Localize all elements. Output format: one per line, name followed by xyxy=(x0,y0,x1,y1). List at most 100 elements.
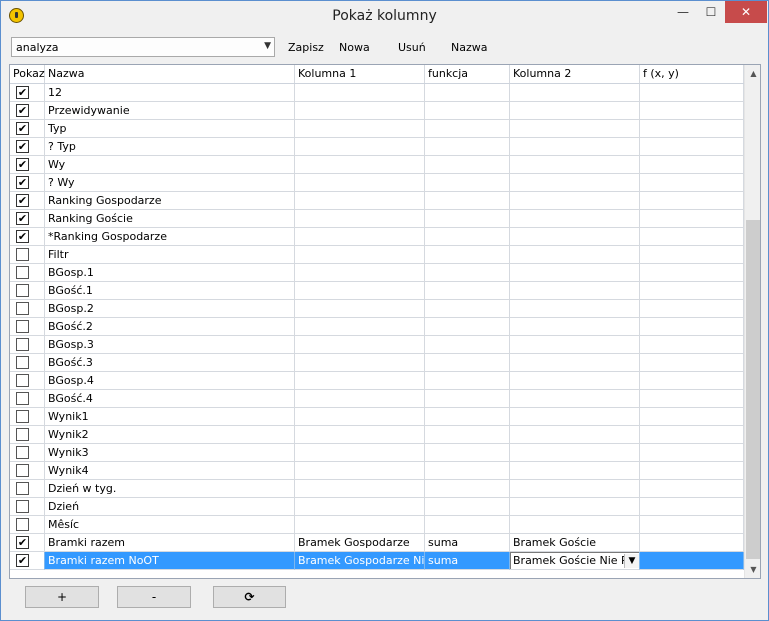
kolumna2-cell[interactable] xyxy=(510,228,640,246)
checkbox-checked[interactable]: ✔ xyxy=(16,536,29,549)
name-cell[interactable]: Typ xyxy=(45,120,295,138)
kolumna2-cell[interactable] xyxy=(510,282,640,300)
funkcja-cell[interactable] xyxy=(425,246,510,264)
funkcja-cell[interactable] xyxy=(425,480,510,498)
fxy-cell[interactable] xyxy=(640,102,744,120)
fxy-cell[interactable] xyxy=(640,192,744,210)
kolumna1-cell[interactable] xyxy=(295,318,425,336)
table-row[interactable]: Wynik4 xyxy=(10,462,744,480)
checkbox-checked[interactable]: ✔ xyxy=(16,212,29,225)
checkbox-unchecked[interactable] xyxy=(16,446,29,459)
kolumna1-cell[interactable] xyxy=(295,462,425,480)
kolumna2-cell[interactable] xyxy=(510,102,640,120)
name-cell[interactable]: BGość.2 xyxy=(45,318,295,336)
fxy-cell[interactable] xyxy=(640,390,744,408)
table-row[interactable]: ✔ Typ xyxy=(10,120,744,138)
funkcja-cell[interactable] xyxy=(425,228,510,246)
add-row-button[interactable]: + xyxy=(25,586,99,608)
table-row[interactable]: BGosp.1 xyxy=(10,264,744,282)
kolumna2-cell[interactable]: Bramek Goście xyxy=(510,534,640,552)
scrollbar-thumb[interactable] xyxy=(746,220,760,559)
kolumna1-cell[interactable] xyxy=(295,282,425,300)
kolumna1-cell[interactable] xyxy=(295,120,425,138)
funkcja-cell[interactable] xyxy=(425,462,510,480)
fxy-cell[interactable] xyxy=(640,264,744,282)
kolumna1-cell[interactable] xyxy=(295,336,425,354)
fxy-cell[interactable] xyxy=(640,354,744,372)
kolumna2-cell[interactable] xyxy=(510,192,640,210)
funkcja-cell[interactable] xyxy=(425,390,510,408)
kolumna2-cell[interactable] xyxy=(510,498,640,516)
name-cell[interactable]: BGosp.2 xyxy=(45,300,295,318)
vertical-scrollbar[interactable]: ▲ ▼ xyxy=(744,65,760,578)
fxy-cell[interactable] xyxy=(640,174,744,192)
fxy-cell[interactable] xyxy=(640,84,744,102)
name-cell[interactable]: Bramki razem NoOT xyxy=(45,552,295,570)
kolumna2-cell[interactable] xyxy=(510,138,640,156)
checkbox-checked[interactable]: ✔ xyxy=(16,158,29,171)
table-row[interactable]: Dzień xyxy=(10,498,744,516)
funkcja-cell[interactable] xyxy=(425,210,510,228)
name-cell[interactable]: Dzień w tyg. xyxy=(45,480,295,498)
name-cell[interactable]: Przewidywanie xyxy=(45,102,295,120)
checkbox-unchecked[interactable] xyxy=(16,410,29,423)
name-cell[interactable]: *Ranking Gospodarze xyxy=(45,228,295,246)
kolumna1-cell[interactable] xyxy=(295,228,425,246)
maximize-button[interactable]: ☐ xyxy=(698,1,724,23)
kolumna2-cell[interactable] xyxy=(510,300,640,318)
kolumna2-cell[interactable] xyxy=(510,264,640,282)
name-cell[interactable]: Ranking Gospodarze xyxy=(45,192,295,210)
checkbox-unchecked[interactable] xyxy=(16,464,29,477)
kolumna2-cell[interactable] xyxy=(510,336,640,354)
fxy-cell[interactable] xyxy=(640,444,744,462)
funkcja-cell[interactable] xyxy=(425,408,510,426)
name-cell[interactable]: 12 xyxy=(45,84,295,102)
kolumna1-cell[interactable] xyxy=(295,84,425,102)
funkcja-cell[interactable] xyxy=(425,516,510,534)
funkcja-cell[interactable] xyxy=(425,426,510,444)
fxy-cell[interactable] xyxy=(640,138,744,156)
fxy-cell[interactable] xyxy=(640,282,744,300)
kolumna1-cell[interactable] xyxy=(295,156,425,174)
table-row[interactable]: ✔ Ranking Goście xyxy=(10,210,744,228)
kolumna2-cell[interactable] xyxy=(510,120,640,138)
funkcja-cell[interactable] xyxy=(425,264,510,282)
table-row[interactable]: BGość.3 xyxy=(10,354,744,372)
checkbox-unchecked[interactable] xyxy=(16,428,29,441)
fxy-cell[interactable] xyxy=(640,120,744,138)
name-cell[interactable]: Wynik3 xyxy=(45,444,295,462)
table-row[interactable]: BGość.2 xyxy=(10,318,744,336)
header-kolumna-1[interactable]: Kolumna 1 xyxy=(295,65,425,83)
kolumna1-cell[interactable] xyxy=(295,444,425,462)
funkcja-cell[interactable] xyxy=(425,282,510,300)
checkbox-unchecked[interactable] xyxy=(16,356,29,369)
checkbox-unchecked[interactable] xyxy=(16,482,29,495)
kolumna1-cell[interactable] xyxy=(295,174,425,192)
kolumna1-cell[interactable] xyxy=(295,300,425,318)
checkbox-unchecked[interactable] xyxy=(16,338,29,351)
name-cell[interactable]: BGosp.3 xyxy=(45,336,295,354)
table-row[interactable]: BGosp.4 xyxy=(10,372,744,390)
header-pokaz[interactable]: Pokaz xyxy=(10,65,45,83)
header-nazwa[interactable]: Nazwa xyxy=(45,65,295,83)
kolumna1-cell[interactable] xyxy=(295,246,425,264)
checkbox-unchecked[interactable] xyxy=(16,500,29,513)
remove-row-button[interactable]: - xyxy=(117,586,191,608)
fxy-cell[interactable] xyxy=(640,534,744,552)
kolumna2-cell[interactable] xyxy=(510,318,640,336)
kolumna1-cell[interactable] xyxy=(295,354,425,372)
checkbox-unchecked[interactable] xyxy=(16,518,29,531)
kolumna1-cell[interactable] xyxy=(295,480,425,498)
funkcja-cell[interactable] xyxy=(425,192,510,210)
funkcja-cell[interactable] xyxy=(425,300,510,318)
kolumna2-cell[interactable] xyxy=(510,408,640,426)
fxy-cell[interactable] xyxy=(640,498,744,516)
fxy-cell[interactable] xyxy=(640,462,744,480)
kolumna1-cell[interactable]: Bramek Gospodarze xyxy=(295,534,425,552)
fxy-cell[interactable] xyxy=(640,210,744,228)
fxy-cell[interactable] xyxy=(640,552,744,570)
checkbox-checked[interactable]: ✔ xyxy=(16,140,29,153)
kolumna2-edit-select[interactable]: Bramek Goście Nie P ▼ xyxy=(510,552,639,569)
name-cell[interactable]: Ranking Goście xyxy=(45,210,295,228)
table-row[interactable]: ✔ ? Wy xyxy=(10,174,744,192)
